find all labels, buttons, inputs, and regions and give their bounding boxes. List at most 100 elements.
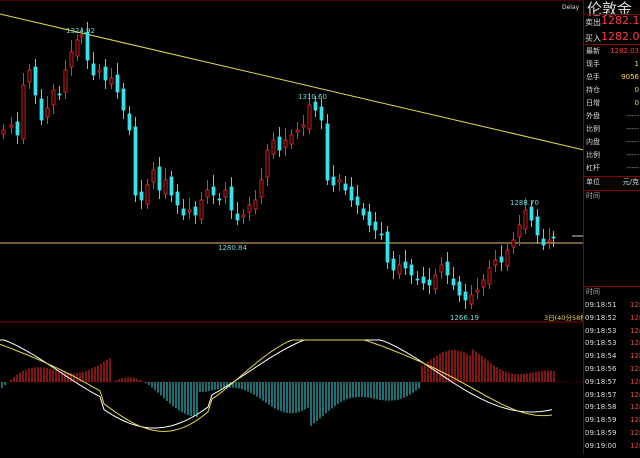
candle-body	[451, 278, 456, 286]
sell-row[interactable]: 卖出 1282.10	[584, 14, 640, 31]
stat-value: 1282.03	[610, 47, 639, 55]
macd-dif-line	[0, 339, 553, 429]
stat-label: 比例	[586, 125, 600, 133]
candle-body	[259, 179, 264, 198]
candle-body	[271, 139, 276, 155]
candle-body	[313, 101, 318, 111]
tick-price: 128	[630, 416, 640, 425]
candle-body	[277, 136, 282, 151]
tick-price: 128	[630, 326, 640, 335]
candle-body	[145, 184, 150, 205]
candle-body	[15, 121, 20, 136]
annotation-high-1: 1324.92	[66, 27, 95, 35]
candle-body	[517, 224, 522, 238]
stat-label: 日增	[586, 99, 600, 107]
candle-body	[463, 291, 468, 301]
stat-value: 9056	[621, 73, 639, 81]
candle-body	[391, 258, 396, 271]
candle-body	[415, 278, 420, 281]
candle-body	[91, 63, 96, 76]
tick-row[interactable]: 09:18:59 128	[584, 427, 640, 440]
candle-body	[469, 294, 474, 305]
annotation-high-3: 1288.70	[510, 199, 539, 207]
stat-row: 日增 0	[584, 97, 640, 110]
candle-body	[217, 198, 222, 201]
tick-row[interactable]: 09:19:00 128	[584, 440, 640, 453]
candle-body	[481, 279, 486, 288]
candle-body	[193, 206, 198, 216]
candle-body	[229, 186, 234, 211]
candle-body	[75, 39, 80, 57]
stat-row: 持仓 0	[584, 84, 640, 97]
tick-time: 09:18:59	[585, 416, 617, 425]
tick-row[interactable]: 09:18:54 128	[584, 350, 640, 363]
candle-body	[523, 209, 528, 230]
chart-canvas[interactable]: 1324.92 1310.60 1280.84 1288.70 1266.19 …	[0, 0, 589, 454]
tick-row[interactable]: 09:18:57 128	[584, 376, 640, 389]
tick-price: 128	[630, 441, 640, 450]
tick-price: 128	[630, 352, 640, 361]
stat-row: 现手 1	[584, 58, 640, 71]
tick-time: 09:18:53	[585, 326, 617, 335]
stat-label: 外盘	[586, 112, 600, 120]
stat-row: 外盘 -----	[584, 110, 640, 123]
tick-price: 128	[630, 313, 640, 322]
stat-label: 比例	[586, 151, 600, 159]
candle-body	[157, 166, 162, 191]
tick-row[interactable]: 09:18:57 128	[584, 389, 640, 402]
buy-label: 买入	[585, 34, 601, 43]
time-header-1-row: 时间	[584, 190, 640, 203]
candle-body	[499, 256, 504, 263]
candle-body	[169, 176, 174, 196]
candle-body	[21, 84, 26, 140]
tick-row[interactable]: 09:18:53 128	[584, 325, 640, 338]
stat-value: -----	[626, 138, 639, 146]
candle-body	[97, 69, 102, 73]
candle-body	[361, 208, 366, 216]
stat-row: 杠杆 -----	[584, 162, 640, 175]
tick-time: 09:18:56	[585, 365, 617, 373]
candle-body	[151, 169, 156, 183]
tick-row[interactable]: 09:18:59 128	[584, 414, 640, 427]
candle-body	[475, 289, 480, 293]
candle-body	[295, 129, 300, 133]
candle-body	[403, 261, 408, 269]
candle-body	[301, 124, 306, 128]
tick-price: 128	[630, 403, 640, 412]
tick-row[interactable]: 09:18:58 128	[584, 401, 640, 414]
candle-body	[457, 281, 462, 296]
candle-body	[511, 239, 516, 248]
quote-panel: 伦敦金 卖出 1282.10 买入 1282.03 最新1282.03现手1总手…	[583, 0, 640, 454]
tick-time: 09:18:54	[585, 352, 617, 361]
stat-value: -----	[626, 164, 639, 172]
candle-body	[109, 77, 114, 85]
candle-body	[235, 213, 240, 221]
candle-body	[433, 274, 438, 290]
tick-row[interactable]: 09:18:51 128	[584, 299, 640, 312]
stat-value: 0	[634, 86, 639, 94]
stat-value: -----	[626, 151, 639, 159]
stat-row: 内盘 -----	[584, 136, 640, 149]
candle-body	[547, 239, 552, 243]
tick-price: 128	[630, 339, 640, 348]
time-header-1: 时间	[586, 192, 600, 200]
candle-body	[445, 261, 450, 276]
stat-label: 持仓	[586, 86, 600, 94]
tick-time: 09:18:57	[585, 377, 617, 386]
candle-body	[115, 74, 120, 93]
tick-row[interactable]: 09:18:53 128	[584, 337, 640, 350]
tick-price: 128	[630, 429, 640, 437]
candlestick-chart[interactable]: 1324.92 1310.60 1280.84 1288.70 1266.19 …	[0, 0, 589, 454]
tick-row[interactable]: 09:18:56 128	[584, 363, 640, 376]
candle-body	[69, 51, 74, 68]
time-header-2: 时间	[586, 288, 600, 296]
tick-row[interactable]: 09:18:52 128	[584, 312, 640, 325]
stat-value: -----	[626, 125, 639, 133]
candle-body	[551, 236, 556, 239]
candle-body	[199, 199, 204, 220]
candle-body	[127, 113, 132, 131]
candle-body	[253, 199, 258, 210]
candle-body	[9, 124, 14, 128]
candle-body	[57, 93, 62, 96]
tick-price: 128	[630, 365, 640, 373]
